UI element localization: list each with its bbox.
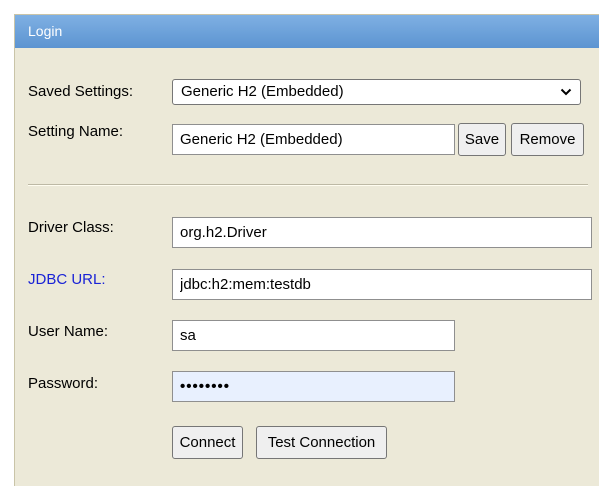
password-input[interactable] (172, 371, 455, 402)
user-name-label: User Name: (28, 323, 109, 340)
driver-class-label: Driver Class: (28, 219, 114, 236)
user-name-input[interactable] (172, 320, 455, 351)
window-title: Login (28, 23, 63, 39)
login-panel: Login Saved Settings: Generic H2 (Embedd… (14, 14, 599, 486)
setting-name-label: Setting Name: (28, 123, 124, 140)
chevron-down-icon (560, 88, 572, 96)
password-label: Password: (28, 375, 99, 392)
saved-settings-value: Generic H2 (Embedded) (181, 83, 344, 100)
save-button[interactable]: Save (458, 123, 506, 156)
driver-class-input[interactable] (172, 217, 592, 248)
title-bar: Login (15, 15, 599, 48)
saved-settings-select[interactable]: Generic H2 (Embedded) (172, 79, 581, 105)
test-connection-button[interactable]: Test Connection (256, 426, 387, 459)
saved-settings-label: Saved Settings: (28, 83, 134, 100)
jdbc-url-label[interactable]: JDBC URL: (28, 271, 106, 288)
remove-button[interactable]: Remove (511, 123, 584, 156)
connect-button[interactable]: Connect (172, 426, 243, 459)
jdbc-url-input[interactable] (172, 269, 592, 300)
setting-name-input[interactable] (172, 124, 455, 155)
divider (28, 184, 588, 186)
